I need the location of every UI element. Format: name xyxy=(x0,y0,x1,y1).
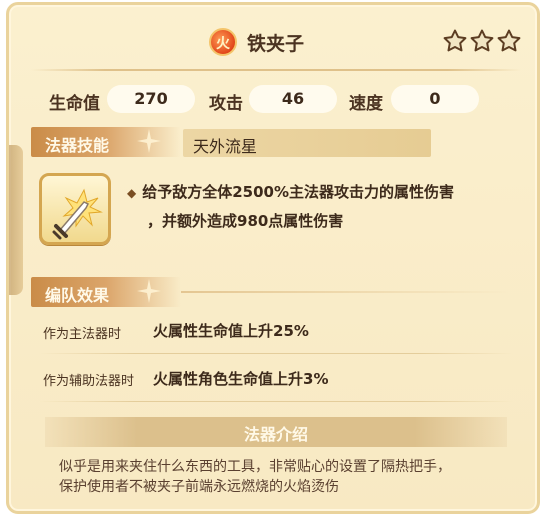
star-icon xyxy=(497,29,521,52)
attack-label: 攻击 xyxy=(209,94,243,114)
main-artifact-label: 作为主法器时 xyxy=(43,327,122,342)
formation-header-rule xyxy=(181,291,511,293)
sword-burst-icon[interactable] xyxy=(39,173,111,245)
attack-value: 46 xyxy=(249,85,337,113)
skill-name: 天外流星 xyxy=(193,137,258,156)
skill-desc-line1: 给予敌方全体2500%主法器攻击力的属性伤害 xyxy=(142,183,455,201)
hp-label: 生命值 xyxy=(49,94,100,114)
sparkle-icon xyxy=(135,127,163,155)
sparkle-icon xyxy=(135,277,163,305)
fire-element-icon: 火 xyxy=(209,28,237,56)
header-divider xyxy=(31,69,521,71)
row-divider xyxy=(39,353,513,354)
main-artifact-effect: 火属性生命值上升25% xyxy=(153,322,309,340)
support-artifact-label: 作为辅助法器时 xyxy=(43,374,135,389)
formation-section-label: 编队效果 xyxy=(45,286,110,305)
row-divider xyxy=(39,401,513,402)
intro-title: 法器介绍 xyxy=(243,425,308,444)
skill-desc-line2: ，并额外造成980点属性伤害 xyxy=(147,212,344,230)
item-title: 铁夹子 xyxy=(247,34,305,55)
diamond-bullet-icon: ◆ xyxy=(127,186,137,200)
skill-section-label: 法器技能 xyxy=(45,136,110,155)
speed-label: 速度 xyxy=(349,94,383,114)
support-artifact-effect: 火属性角色生命值上升3% xyxy=(153,370,329,388)
skill-name-bar: 天外流星 xyxy=(183,129,431,157)
intro-description: 似乎是用来夹住什么东西的工具，非常贴心的设置了隔热把手， 保护使用者不被夹子前端… xyxy=(59,457,505,497)
skill-description: ◆ 给予敌方全体2500%主法器攻击力的属性伤害 ，并额外造成980点属性伤害 xyxy=(127,178,523,235)
rarity-stars xyxy=(443,29,521,57)
panel-side-ornament xyxy=(9,145,23,295)
speed-value: 0 xyxy=(391,85,479,113)
title-row: 火 铁夹子 xyxy=(9,25,537,61)
intro-line2: 保护使用者不被夹子前端永远燃烧的火焰烫伤 xyxy=(59,479,339,495)
intro-line1: 似乎是用来夹住什么东西的工具，非常贴心的设置了隔热把手， xyxy=(59,459,451,475)
intro-section-header: 法器介绍 xyxy=(45,417,507,447)
star-icon xyxy=(470,29,494,52)
hp-value: 270 xyxy=(107,85,195,113)
star-icon xyxy=(443,29,467,52)
item-detail-panel: 火 铁夹子 生命值 270 攻击 46 速度 0 法器技能 天外流星 ◆ 给予敌… xyxy=(6,2,540,514)
element-glyph: 火 xyxy=(216,36,230,52)
